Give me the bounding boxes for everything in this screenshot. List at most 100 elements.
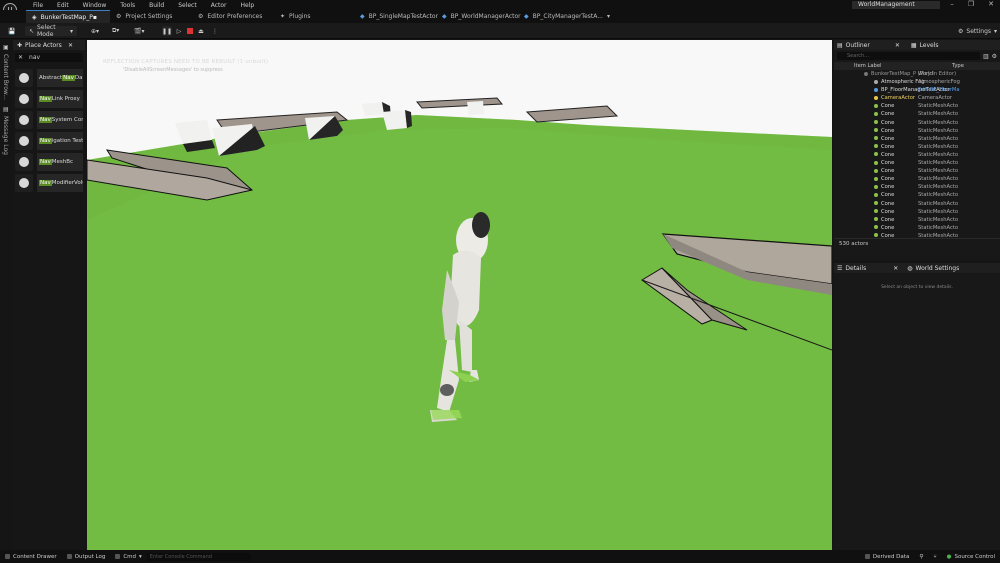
menu-item-build[interactable]: Build <box>142 2 171 9</box>
place-actor-item[interactable]: Abstract Nav Da <box>15 68 83 87</box>
notifications-icon[interactable]: ⚲ <box>914 554 928 560</box>
close-icon[interactable]: ✕ <box>68 42 73 49</box>
outliner-row[interactable]: Cone StaticMeshActo <box>834 151 1000 159</box>
outliner-row[interactable]: Cone StaticMeshActo <box>834 216 1000 224</box>
column-item-label[interactable]: Item Label <box>834 62 952 70</box>
mesh-icon <box>874 128 878 133</box>
outliner-search-input[interactable]: Search... <box>837 52 980 60</box>
eject-icon[interactable]: ⏏ <box>197 26 205 36</box>
search-highlight: Nav <box>39 95 52 102</box>
chevron-down-icon[interactable]: ▾ <box>607 13 610 20</box>
mesh-icon <box>874 120 878 125</box>
outliner-row[interactable]: BP_FloorManagerTestActor Edit BP_FloorMa <box>834 86 1000 94</box>
database-icon <box>864 554 870 559</box>
tab-bunker-test-map[interactable]: ◈ BunkerTestMap_P▪ <box>26 10 110 23</box>
stop-button[interactable] <box>186 26 194 36</box>
derived-data-button[interactable]: Derived Data <box>860 554 914 560</box>
filter-icon[interactable]: ▥ <box>983 53 989 60</box>
outliner-row[interactable]: BunkerTestMap_P (Play In Editor) World <box>834 70 1000 78</box>
tab-details[interactable]: Details <box>845 265 866 272</box>
console-input[interactable]: Enter Console Command <box>146 552 251 561</box>
menu-item-file[interactable]: File <box>26 2 50 9</box>
tab-world-settings[interactable]: World Settings <box>915 265 959 272</box>
outliner-item-type[interactable]: Edit BP_FloorMa <box>916 86 1000 94</box>
outliner-row[interactable]: Cone StaticMeshActo <box>834 159 1000 167</box>
log-icon[interactable]: ▤ <box>3 106 9 113</box>
search-input[interactable]: ✕ nav <box>15 53 83 62</box>
content-drawer-button[interactable]: Content Drawer <box>0 554 62 560</box>
place-actor-item[interactable]: Nav System Con <box>15 110 83 129</box>
outliner-row[interactable]: Cone StaticMeshActo <box>834 175 1000 183</box>
clear-icon[interactable]: ✕ <box>18 54 23 61</box>
minimize-icon[interactable]: – <box>950 0 954 8</box>
content-browser-tab[interactable]: Content Brow... <box>2 54 9 100</box>
pause-button[interactable]: ❚❚ <box>162 26 172 36</box>
tab-single-map-test-actor[interactable]: ◆ BP_SingleMapTestActor <box>354 10 438 23</box>
outliner-row[interactable]: Cone StaticMeshActo <box>834 167 1000 175</box>
tab-world-manager-actor[interactable]: ◆ BP_WorldManagerActor <box>436 10 521 23</box>
outliner-row[interactable]: Cone StaticMeshActo <box>834 143 1000 151</box>
outliner-item-name: Cone <box>881 151 895 158</box>
tab-plugins[interactable]: ✦ Plugins <box>274 10 354 23</box>
menu-item-actor[interactable]: Actor <box>204 2 234 9</box>
tab-editor-preferences[interactable]: ⚙ Editor Preferences <box>192 10 274 23</box>
outliner-row[interactable]: Cone StaticMeshActo <box>834 224 1000 232</box>
outliner-row[interactable]: Cone StaticMeshActo <box>834 208 1000 216</box>
maximize-icon[interactable]: ❐ <box>968 0 974 8</box>
save-icon[interactable]: 💾 <box>4 26 19 36</box>
outliner-row[interactable]: Cone StaticMeshActo <box>834 102 1000 110</box>
level-viewport[interactable]: REFLECTION CAPTURES NEED TO BE REBUILT (… <box>87 40 832 550</box>
menu-item-edit[interactable]: Edit <box>50 2 76 9</box>
outliner-item-label: Cone <box>834 224 916 232</box>
column-type[interactable]: Type <box>952 62 964 70</box>
outliner-item-type: StaticMeshActo <box>918 151 959 158</box>
tab-levels[interactable]: Levels <box>920 42 939 49</box>
close-icon[interactable]: ✕ <box>893 265 898 272</box>
close-icon[interactable]: ✕ <box>895 42 900 49</box>
menu-item-select[interactable]: Select <box>171 2 204 9</box>
select-mode-dropdown[interactable]: ↖ Select Mode ▾ <box>25 24 77 38</box>
gear-icon: ⚙ <box>958 27 964 35</box>
outliner-item-type: StaticMeshActo <box>918 208 959 215</box>
place-actor-item[interactable]: Nav igation Testi <box>15 131 83 150</box>
outliner-row[interactable]: Cone StaticMeshActo <box>834 232 1000 238</box>
outliner-row[interactable]: Cone StaticMeshActo <box>834 110 1000 118</box>
place-actor-item[interactable]: Nav Link Proxy <box>15 89 83 108</box>
frame-skip-icon[interactable]: ▷ <box>174 26 184 36</box>
outliner-row[interactable]: Atmospheric Fog AtmosphericFog <box>834 78 1000 86</box>
tab-label: BP_CityManagerTestA... <box>532 13 603 20</box>
tab-project-settings[interactable]: ⚙ Project Settings <box>110 10 192 23</box>
outliner-item-type: StaticMeshActo <box>918 216 959 223</box>
close-icon[interactable]: ✕ <box>988 0 994 8</box>
source-control-button[interactable]: ● Source Control <box>942 554 1000 560</box>
place-actor-item[interactable]: Nav MeshBc <box>15 152 83 171</box>
outliner-row[interactable]: Cone StaticMeshActo <box>834 119 1000 127</box>
place-actor-item[interactable]: Nav ModifierVolu <box>15 173 83 192</box>
cmd-dropdown[interactable]: Cmd ▾ <box>110 554 146 560</box>
cinematics-icon[interactable]: 🎬▾ <box>130 26 148 36</box>
actor-name-prefix: Abstract <box>39 74 63 81</box>
output-log-button[interactable]: Output Log <box>62 554 111 560</box>
blueprint-menu-icon[interactable]: ⧉▾ <box>108 26 123 36</box>
folder-icon[interactable]: ▣ <box>3 44 9 51</box>
outliner-row[interactable]: Cone StaticMeshActo <box>834 200 1000 208</box>
outliner-row[interactable]: Cone StaticMeshActo <box>834 135 1000 143</box>
mesh-icon <box>874 201 878 205</box>
gear-icon[interactable]: ⚙ <box>992 53 997 60</box>
outliner-row[interactable]: CameraActor CameraActor <box>834 94 1000 102</box>
outliner-row[interactable]: Cone StaticMeshActo <box>834 127 1000 135</box>
tab-city-manager-test[interactable]: ◆ BP_CityManagerTestA... ▾ <box>518 10 610 23</box>
add-actor-icon[interactable]: ⊕▾ <box>87 26 103 36</box>
mesh-icon <box>874 136 878 141</box>
menu-item-help[interactable]: Help <box>234 2 262 9</box>
revision-icon[interactable]: ⑂ <box>928 554 941 560</box>
settings-dropdown[interactable]: ⚙ Settings ▾ <box>954 26 1000 36</box>
outliner-row[interactable]: Cone StaticMeshActo <box>834 183 1000 191</box>
menu-item-window[interactable]: Window <box>76 2 114 9</box>
blueprint-icon: ◆ <box>442 13 447 20</box>
tab-outliner[interactable]: Outliner <box>846 42 870 49</box>
menu-item-tools[interactable]: Tools <box>113 2 142 9</box>
more-options-icon[interactable]: ⋮ <box>210 26 220 36</box>
message-log-tab[interactable]: Message Log <box>2 116 9 155</box>
outliner-row[interactable]: Cone StaticMeshActo <box>834 191 1000 199</box>
